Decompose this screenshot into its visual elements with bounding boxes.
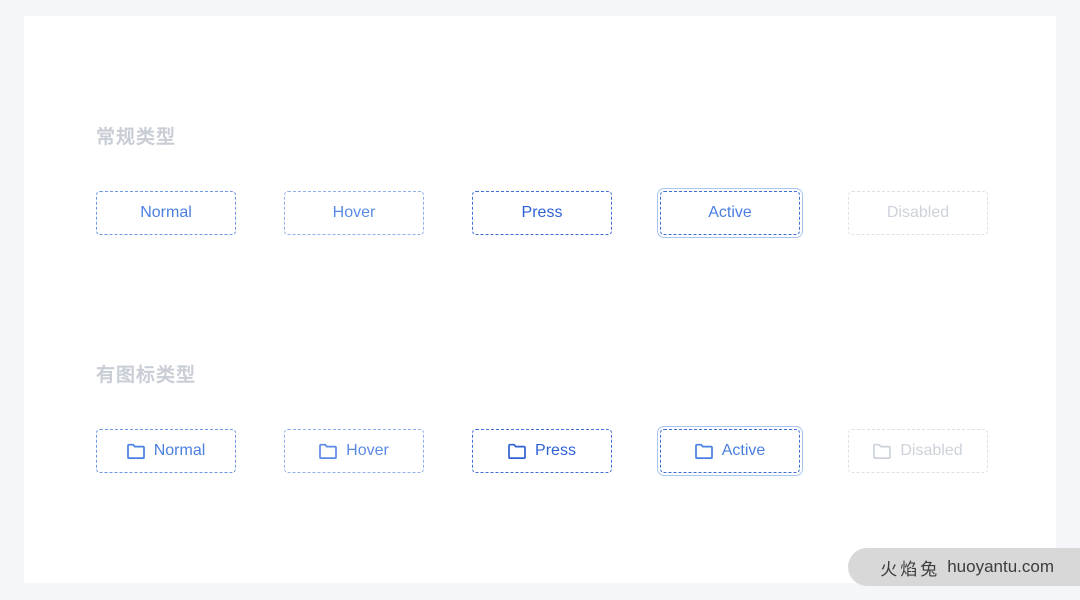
watermark-brand-en: huoyantu.com <box>947 557 1054 576</box>
button-label: Normal <box>140 204 192 221</box>
button-label: Disabled <box>900 442 963 459</box>
button-slot: Active <box>660 191 848 235</box>
button-normal-hover[interactable]: Hover <box>284 191 424 235</box>
button-slot: Hover <box>284 191 472 235</box>
button-label: Press <box>535 442 576 459</box>
button-label: Active <box>708 204 752 221</box>
section-title-icon-type: 有图标类型 <box>96 365 197 386</box>
button-label: Active <box>721 442 766 459</box>
button-slot: Hover <box>284 429 472 473</box>
button-slot: Press <box>472 191 660 235</box>
button-icon-hover[interactable]: Hover <box>284 429 424 473</box>
button-normal-active[interactable]: Active <box>660 191 800 235</box>
content-card: 常规类型 Normal Hover Press Active Disabled … <box>24 16 1056 583</box>
watermark: 火焰兔 huoyantu.com <box>848 548 1080 586</box>
button-slot: Disabled <box>848 191 1036 235</box>
folder-icon <box>508 443 526 459</box>
button-label: Normal <box>153 442 206 459</box>
button-row-icon-type: Normal Hover Press Active Disabled <box>96 429 1036 473</box>
section-normal-type: 常规类型 Normal Hover Press Active Disabled <box>96 128 1036 235</box>
button-normal-normal[interactable]: Normal <box>96 191 236 235</box>
button-slot: Normal <box>96 191 284 235</box>
section-title-normal-type: 常规类型 <box>96 127 177 148</box>
button-normal-press[interactable]: Press <box>472 191 612 235</box>
watermark-brand-cn: 火焰兔 <box>880 559 941 579</box>
button-slot: Disabled <box>848 429 1036 473</box>
button-label: Press <box>521 204 563 221</box>
button-slot: Press <box>472 429 660 473</box>
button-label: Hover <box>332 204 376 221</box>
folder-icon <box>319 443 338 459</box>
button-normal-disabled: Disabled <box>848 191 988 235</box>
button-icon-normal[interactable]: Normal <box>96 429 236 473</box>
button-icon-press[interactable]: Press <box>472 429 612 473</box>
button-row-normal-type: Normal Hover Press Active Disabled <box>96 191 1036 235</box>
folder-icon <box>694 443 713 459</box>
button-slot: Normal <box>96 429 284 473</box>
button-label: Disabled <box>886 204 950 221</box>
folder-icon <box>126 443 145 459</box>
button-icon-active[interactable]: Active <box>660 429 800 473</box>
button-label: Hover <box>346 442 389 459</box>
section-icon-type: 有图标类型 Normal Hover Press Active Disabled <box>96 366 1036 473</box>
folder-icon <box>873 443 892 459</box>
button-icon-disabled: Disabled <box>848 429 988 473</box>
button-slot: Active <box>660 429 848 473</box>
